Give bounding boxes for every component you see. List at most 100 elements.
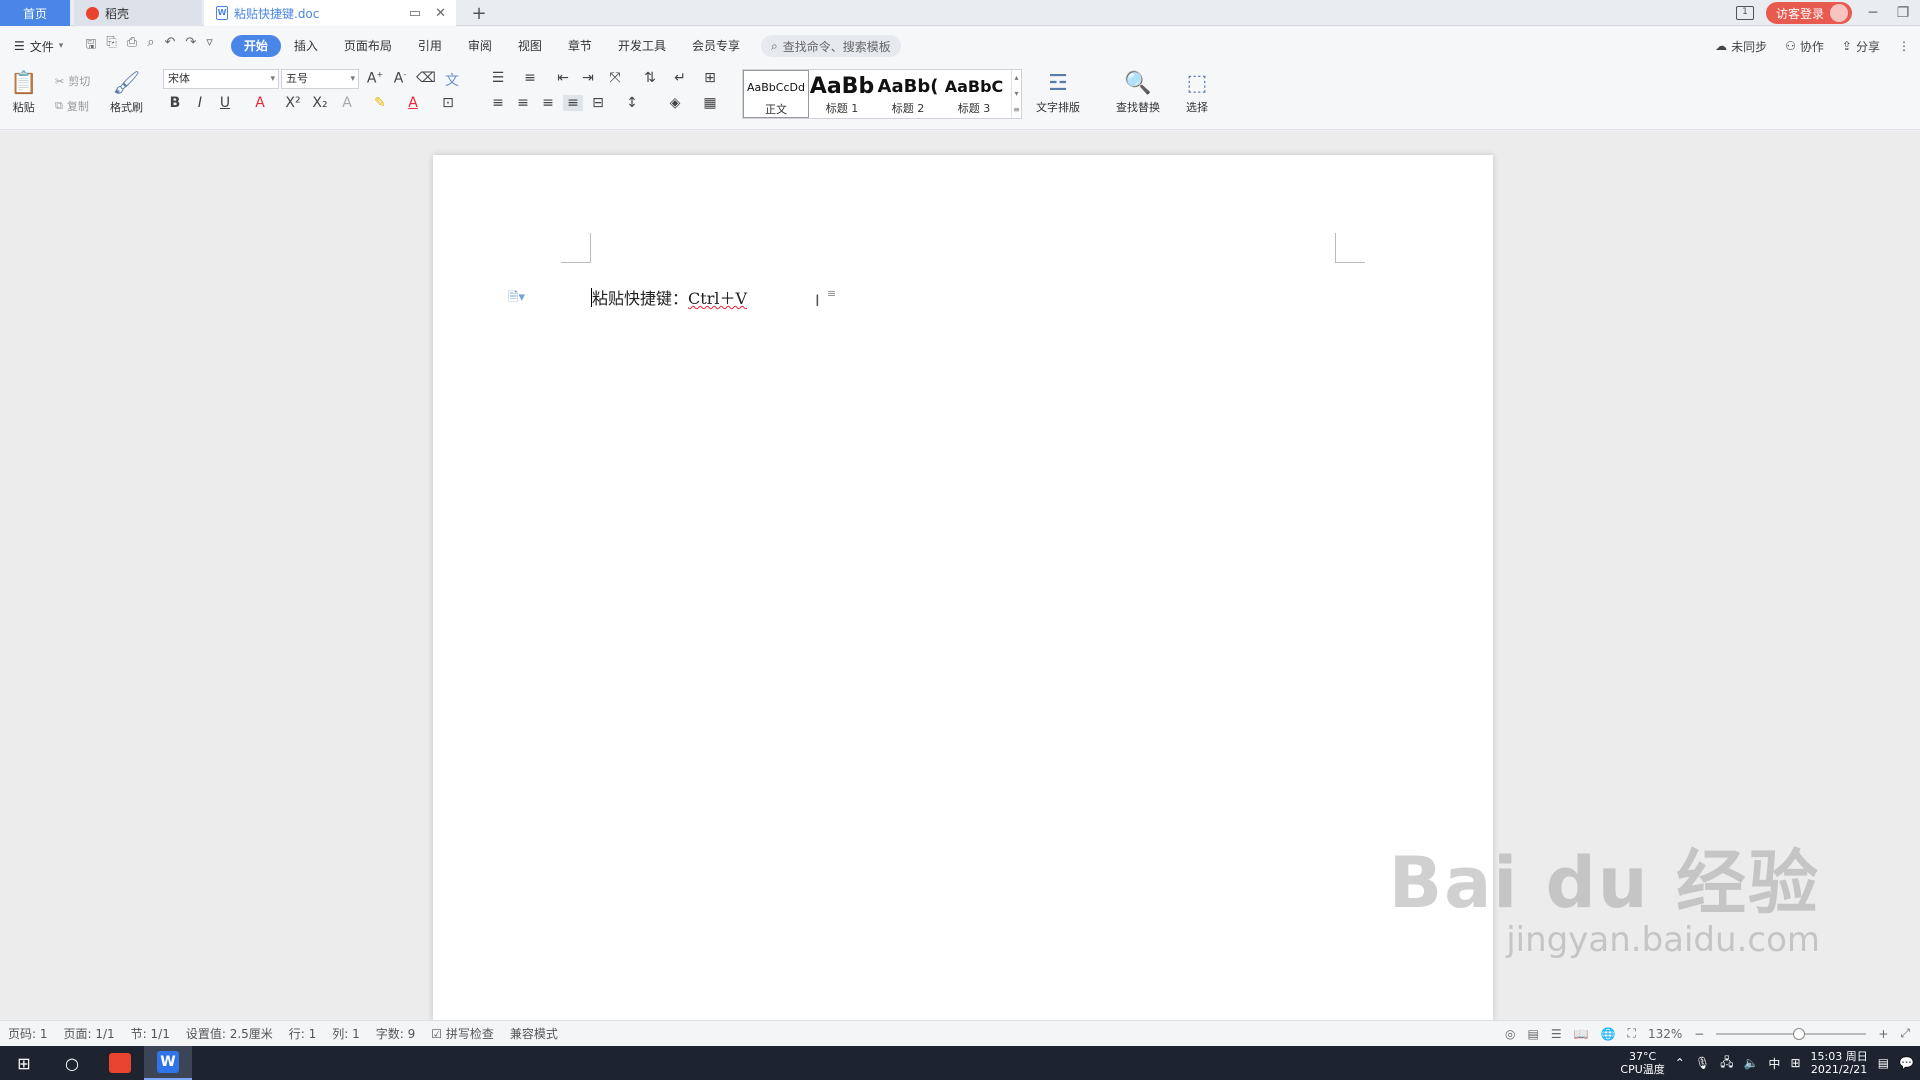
numbered-list-icon[interactable]: ≡ (520, 70, 540, 86)
fullscreen-icon[interactable]: ⤢ (1900, 1026, 1910, 1041)
cut-button[interactable]: ✂ 剪切 (55, 73, 90, 89)
paragraph-handle-icon[interactable]: 🗎▾ (508, 288, 525, 310)
taskbar-docer-app[interactable] (96, 1046, 144, 1080)
status-setting[interactable]: 设置值: 2.5厘米 (178, 1025, 281, 1042)
status-word-count[interactable]: 字数: 9 (368, 1025, 424, 1042)
distribute-icon[interactable]: ⊟ (588, 95, 608, 111)
tab-view[interactable]: 视图 (505, 35, 555, 57)
copy-button[interactable]: ⧉ 复制 (55, 98, 89, 114)
network-icon[interactable]: 🖧 (1720, 1053, 1733, 1074)
zoom-slider[interactable] (1716, 1027, 1867, 1040)
tab-insert[interactable]: 插入 (281, 35, 331, 57)
fit-page-icon[interactable]: ⛶ (1628, 1026, 1636, 1041)
start-button[interactable]: ⊞ (0, 1046, 48, 1080)
align-right-icon[interactable]: ≡ (538, 95, 558, 111)
font-color-icon[interactable]: A (403, 95, 423, 111)
cpu-temperature[interactable]: 37°C CPU温度 (1620, 1050, 1664, 1076)
eye-protection-icon[interactable]: ◎ (1505, 1027, 1515, 1041)
taskbar-wps-writer[interactable]: W (144, 1046, 192, 1080)
paste-button[interactable]: 📋 粘贴 (10, 69, 37, 115)
clear-format-icon[interactable]: ⌫ (416, 70, 436, 86)
print-preview-icon[interactable]: ⌕ (147, 35, 154, 57)
phonetic-icon[interactable]: 文 (442, 70, 462, 90)
chinese-layout-icon[interactable]: ⤧ (605, 70, 625, 86)
superscript-icon[interactable]: X² (283, 95, 303, 111)
status-page-number[interactable]: 页码: 1 (0, 1025, 56, 1042)
tray-expand-icon[interactable]: ⌃ (1675, 1056, 1685, 1070)
borders-icon[interactable]: ▦ (700, 95, 720, 111)
share-button[interactable]: ⇪ 分享 (1842, 38, 1880, 55)
font-size-select[interactable]: 五号 (281, 69, 359, 89)
align-center-icon[interactable]: ≡ (513, 95, 533, 111)
italic-icon[interactable]: I (190, 95, 210, 111)
style-heading-3[interactable]: AaBbC 标题 3 (941, 70, 1007, 118)
tab-home[interactable]: 首页 (0, 0, 70, 26)
bullet-list-icon[interactable]: ☰ (488, 70, 508, 86)
underline-icon[interactable]: U (215, 95, 235, 111)
select-button[interactable]: ⬚ 选择 (1186, 69, 1208, 115)
justify-icon[interactable]: ≡ (563, 95, 583, 111)
zoom-in-icon[interactable]: + (1878, 1027, 1888, 1041)
command-search[interactable]: ⌕ 查找命令、搜索模板 (760, 35, 901, 57)
format-painter-button[interactable]: 🖌 格式刷 (110, 69, 143, 115)
find-replace-button[interactable]: 🔍 查找替换 (1116, 69, 1160, 115)
document-page[interactable]: 🗎▾ 粘贴快捷键：Ctrl＋V I ≡ (433, 155, 1493, 1020)
zoom-slider-thumb[interactable] (1792, 1027, 1805, 1040)
cortana-button[interactable]: ○ (48, 1046, 96, 1080)
pin-tab-icon[interactable]: ▭ (409, 6, 421, 21)
undo-icon[interactable]: ↶ (164, 35, 175, 57)
tab-review[interactable]: 审阅 (455, 35, 505, 57)
sync-button[interactable]: ☁ 未同步 (1715, 38, 1767, 55)
web-view-icon[interactable]: 🌐 (1601, 1027, 1616, 1041)
table-border-icon[interactable]: ⊞ (700, 70, 720, 86)
text-effect-icon[interactable]: A (337, 95, 357, 111)
outline-view-icon[interactable]: ☰ (1551, 1027, 1562, 1041)
tab-developer[interactable]: 开发工具 (605, 35, 679, 57)
strikethrough-icon[interactable]: A (250, 95, 270, 111)
tab-member[interactable]: 会员专享 (679, 35, 753, 57)
sort-icon[interactable]: ⇅ (640, 70, 660, 86)
reading-view-icon[interactable]: 📖 (1574, 1027, 1589, 1041)
tab-chapter[interactable]: 章节 (555, 35, 605, 57)
font-name-select[interactable]: 宋体 (163, 69, 279, 89)
document-area[interactable]: 🗎▾ 粘贴快捷键：Ctrl＋V I ≡ Bai du 经验 jingyan.ba… (0, 131, 1920, 1020)
document-paragraph[interactable]: 粘贴快捷键：Ctrl＋V (591, 285, 747, 309)
subscript-icon[interactable]: X₂ (310, 95, 330, 111)
save-icon[interactable]: 🖫 (85, 35, 96, 57)
notification-center-icon[interactable]: 💬 (1899, 1056, 1914, 1070)
redo-icon[interactable]: ↷ (185, 35, 196, 57)
line-spacing-icon[interactable]: ↕ (622, 95, 642, 111)
tab-docer[interactable]: 稻壳 (74, 0, 202, 26)
tab-page-layout[interactable]: 页面布局 (331, 35, 405, 57)
paragraph-mark-icon[interactable]: ↵ (670, 70, 690, 86)
microphone-icon[interactable]: 🎙 (1695, 1056, 1710, 1070)
ime-indicator[interactable]: 中 (1768, 1055, 1780, 1072)
more-options-icon[interactable]: ⋮ (1898, 39, 1910, 53)
style-heading-1[interactable]: AaBb 标题 1 (809, 70, 875, 118)
restore-icon[interactable]: ❐ (1894, 5, 1912, 21)
minimize-icon[interactable]: ─ (1864, 5, 1882, 21)
style-normal[interactable]: AaBbCcDd 正文 (743, 70, 809, 118)
status-section[interactable]: 节: 1/1 (123, 1025, 178, 1042)
clock[interactable]: 15:03 周日 2021/2/21 (1811, 1050, 1868, 1076)
login-button[interactable]: 访客登录 (1765, 2, 1852, 24)
collaborate-button[interactable]: ⚇ 协作 (1785, 38, 1824, 55)
highlight-icon[interactable]: ✎ (370, 95, 390, 111)
increase-indent-icon[interactable]: ⇥ (578, 70, 598, 86)
bold-icon[interactable]: B (165, 95, 185, 111)
text-layout-button[interactable]: ☲ 文字排版 (1036, 69, 1080, 115)
new-tab-button[interactable]: + (468, 0, 490, 26)
grow-font-icon[interactable]: A+ (365, 70, 385, 87)
char-border-icon[interactable]: ⊡ (438, 95, 458, 111)
tab-document[interactable]: W 粘贴快捷键.doc ▭ ✕ (204, 0, 456, 26)
volume-icon[interactable]: 🔈 (1743, 1056, 1758, 1070)
zoom-level[interactable]: 132% (1648, 1027, 1682, 1041)
customize-icon[interactable]: ▿ (206, 35, 213, 57)
export-icon[interactable]: ⎘ (106, 35, 116, 57)
shrink-font-icon[interactable]: A- (390, 70, 410, 87)
align-left-icon[interactable]: ≡ (488, 95, 508, 111)
gallery-scroll[interactable]: ▴ ▾ ≡ (1011, 70, 1021, 118)
notes-icon[interactable]: ▤ (1878, 1056, 1889, 1070)
decrease-indent-icon[interactable]: ⇤ (553, 70, 573, 86)
tab-start[interactable]: 开始 (230, 35, 281, 57)
